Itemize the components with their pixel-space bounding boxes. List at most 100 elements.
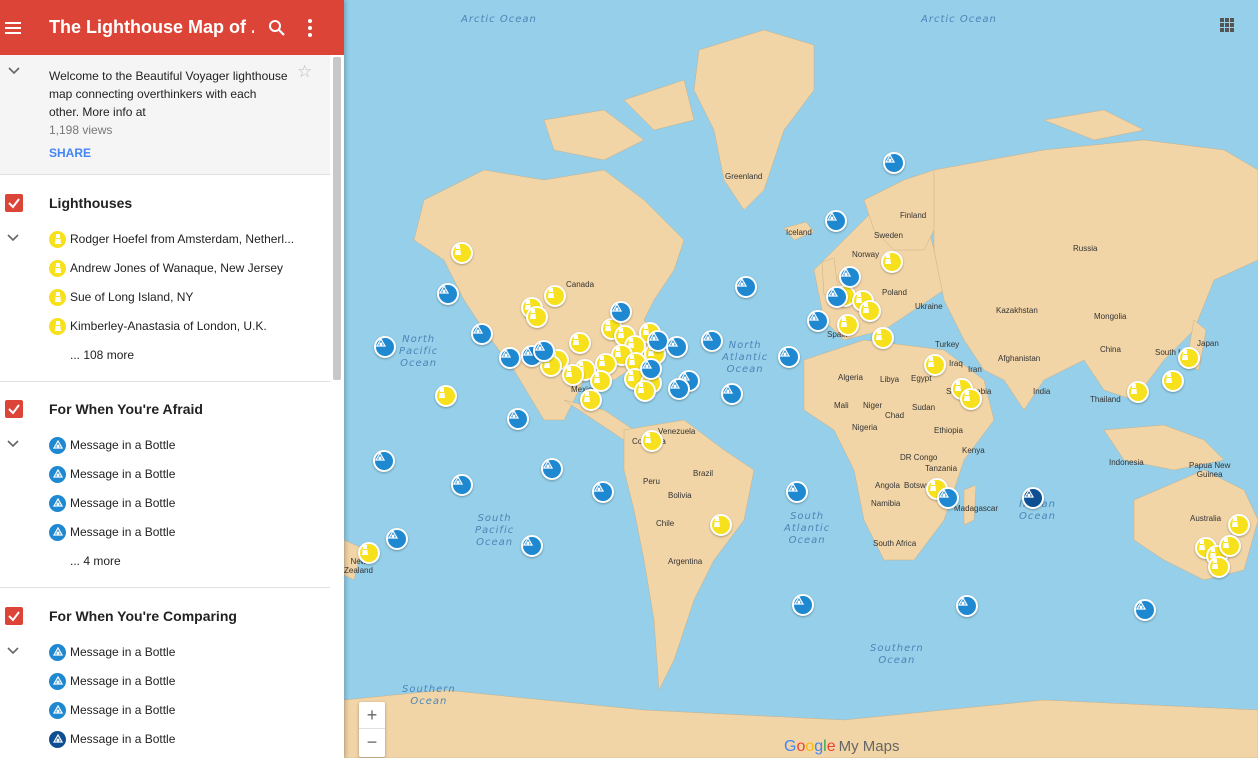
- bottle-marker[interactable]: [666, 336, 688, 358]
- lighthouse-marker[interactable]: [641, 430, 663, 452]
- lighthouse-marker[interactable]: [451, 242, 473, 264]
- divider: [0, 381, 330, 382]
- country-label: Argentina: [668, 557, 703, 566]
- lighthouse-marker[interactable]: [1208, 556, 1230, 578]
- lighthouse-marker[interactable]: [1228, 514, 1250, 536]
- bottle-marker[interactable]: [533, 340, 555, 362]
- list-item[interactable]: Kimberley-Anastasia of London, U.K.: [49, 316, 267, 336]
- bottle-marker[interactable]: [839, 266, 861, 288]
- bottle-marker[interactable]: [792, 594, 814, 616]
- share-button[interactable]: SHARE: [49, 146, 91, 160]
- bottle-marker[interactable]: [521, 535, 543, 557]
- bottle-marker[interactable]: [825, 210, 847, 232]
- bottle-marker[interactable]: [386, 528, 408, 550]
- bottle-marker[interactable]: [610, 301, 632, 323]
- bottle-marker[interactable]: [592, 481, 614, 503]
- layer-checkbox[interactable]: [5, 400, 23, 418]
- layer-title[interactable]: For When You're Comparing: [49, 608, 237, 624]
- bottle-marker[interactable]: [937, 487, 959, 509]
- star-icon[interactable]: ☆: [297, 62, 312, 82]
- more-options-icon[interactable]: [308, 18, 312, 37]
- map-description: Welcome to the Beautiful Voyager lightho…: [49, 69, 288, 119]
- list-item[interactable]: Message in a Bottle: [49, 700, 175, 720]
- bottle-marker[interactable]: [507, 408, 529, 430]
- lighthouse-marker[interactable]: [1219, 535, 1241, 557]
- menu-icon[interactable]: [5, 21, 33, 34]
- layer-title[interactable]: Lighthouses: [49, 195, 132, 211]
- bottle-marker[interactable]: [807, 310, 829, 332]
- lighthouse-marker[interactable]: [710, 514, 732, 536]
- bottle-marker[interactable]: [721, 383, 743, 405]
- country-label: Sudan: [912, 403, 936, 412]
- list-item[interactable]: Andrew Jones of Wanaque, New Jersey: [49, 258, 283, 278]
- lighthouse-marker[interactable]: [881, 251, 903, 273]
- lighthouse-marker[interactable]: [859, 300, 881, 322]
- lighthouse-marker[interactable]: [1127, 381, 1149, 403]
- list-item[interactable]: Message in a Bottle: [49, 522, 175, 542]
- bottle-marker[interactable]: [956, 595, 978, 617]
- bottle-icon: [49, 465, 66, 483]
- lighthouse-marker[interactable]: [562, 364, 584, 386]
- layer-checkbox[interactable]: [5, 194, 23, 212]
- zoom-out-button[interactable]: −: [359, 729, 385, 756]
- apps-grid-icon[interactable]: [1220, 18, 1234, 32]
- more-items-link[interactable]: ... 108 more: [70, 348, 134, 362]
- country-label: Indonesia: [1109, 458, 1144, 467]
- list-item[interactable]: Message in a Bottle: [49, 464, 175, 484]
- list-item[interactable]: Message in a Bottle: [49, 671, 175, 691]
- zoom-control: + −: [359, 702, 385, 757]
- lighthouse-marker[interactable]: [435, 385, 457, 407]
- list-item-label: Message in a Bottle: [70, 703, 176, 717]
- bottle-marker[interactable]: [668, 378, 690, 400]
- bottle-marker[interactable]: [640, 358, 662, 380]
- bottle-marker[interactable]: [778, 346, 800, 368]
- ocean-label: South Pacific Ocean: [475, 513, 515, 548]
- lighthouse-marker[interactable]: [544, 285, 566, 307]
- bottle-marker[interactable]: [374, 336, 396, 358]
- list-item[interactable]: Rodger Hoefel from Amsterdam, Netherl...: [49, 229, 294, 249]
- list-item[interactable]: Message in a Bottle: [49, 493, 175, 513]
- bottle-icon: [49, 730, 66, 748]
- chevron-down-icon[interactable]: [8, 67, 20, 75]
- map-title[interactable]: The Lighthouse Map of ...: [49, 17, 254, 38]
- bottle-marker[interactable]: [373, 450, 395, 472]
- lighthouse-marker[interactable]: [634, 380, 656, 402]
- bottle-marker[interactable]: [1134, 599, 1156, 621]
- sidebar-scrollbar[interactable]: [333, 57, 341, 380]
- list-item[interactable]: Sue of Long Island, NY: [49, 287, 193, 307]
- lighthouse-marker[interactable]: [924, 354, 946, 376]
- lighthouse-marker[interactable]: [580, 389, 602, 411]
- bottle-marker[interactable]: [499, 347, 521, 369]
- layer-checkbox[interactable]: [5, 607, 23, 625]
- lighthouse-marker[interactable]: [1178, 347, 1200, 369]
- bottle-marker[interactable]: [471, 323, 493, 345]
- bottle-marker[interactable]: [541, 458, 563, 480]
- lighthouse-marker[interactable]: [569, 332, 591, 354]
- chevron-down-icon[interactable]: [7, 647, 19, 655]
- bottle-marker[interactable]: [735, 276, 757, 298]
- map-canvas[interactable]: Arctic Ocean Arctic Ocean North Pacific Oc…: [344, 0, 1258, 758]
- bottle-marker[interactable]: [437, 283, 459, 305]
- lighthouse-marker[interactable]: [837, 314, 859, 336]
- search-icon[interactable]: [268, 19, 286, 37]
- bottle-marker[interactable]: [826, 286, 848, 308]
- list-item[interactable]: Message in a Bottle: [49, 642, 175, 662]
- lighthouse-marker[interactable]: [872, 327, 894, 349]
- bottle-marker[interactable]: [883, 152, 905, 174]
- lighthouse-marker[interactable]: [1162, 370, 1184, 392]
- list-item[interactable]: Message in a Bottle: [49, 729, 175, 749]
- bottle-marker[interactable]: [1022, 487, 1044, 509]
- bottle-marker[interactable]: [786, 481, 808, 503]
- lighthouse-marker[interactable]: [358, 542, 380, 564]
- bottle-marker[interactable]: [451, 474, 473, 496]
- bottle-marker[interactable]: [701, 330, 723, 352]
- zoom-in-button[interactable]: +: [359, 702, 385, 729]
- chevron-down-icon[interactable]: [7, 234, 19, 242]
- country-label: Greenland: [725, 172, 763, 181]
- more-items-link[interactable]: ... 4 more: [70, 554, 121, 568]
- layer-title[interactable]: For When You're Afraid: [49, 401, 203, 417]
- chevron-down-icon[interactable]: [7, 440, 19, 448]
- list-item[interactable]: Message in a Bottle: [49, 435, 175, 455]
- lighthouse-marker[interactable]: [526, 306, 548, 328]
- lighthouse-marker[interactable]: [960, 388, 982, 410]
